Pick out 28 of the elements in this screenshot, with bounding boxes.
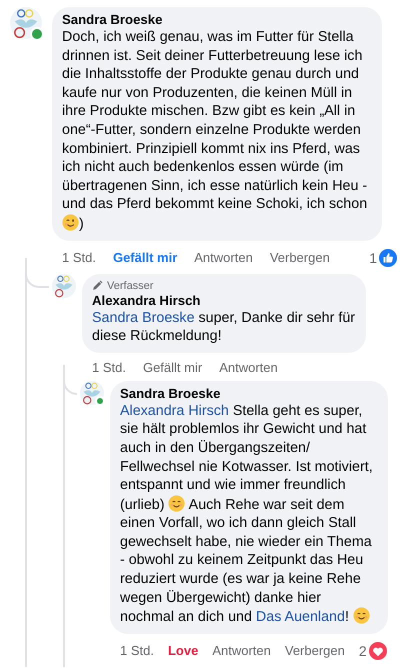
reaction-link[interactable]: Gefällt mir (142, 360, 202, 375)
pen-icon (92, 280, 103, 292)
timestamp: 1 Std. (92, 360, 126, 375)
wink-emoji-icon (62, 214, 79, 231)
action-link[interactable]: Verbergen (270, 250, 330, 266)
author-label: Verfasser (107, 278, 154, 293)
smile-emoji-icon (352, 607, 370, 624)
timestamp: 1 Std. (62, 250, 96, 266)
like-icon (378, 248, 398, 268)
reaction-count: 1 (369, 250, 377, 266)
mention-link[interactable]: Alexandra Hirsch (120, 402, 229, 419)
author-name[interactable]: Sandra Broeske (120, 386, 378, 402)
author-name[interactable]: Sandra Broeske (62, 12, 372, 28)
smile-emoji-icon (168, 494, 186, 512)
comment-text: Doch, ich weiß genau, was im Futter für Stella drinnen ist. Seit deiner Futterbetreuung lese ich die Inhaltsstoffe der Produkte genau durch und kaufe nur von Produzenten, die keinen Müll in ihre Produkte mischen. Bzw gibt es kein „All in one“-Futter, sondern einzelne Produkte werden kombiniert. Prinzipiell kommt nix ins Pferd, was ich nicht auch bedenkenlos essen würde (im übertragenen Sinn, ich esse natürlich kein Heu - und das Pferd bekommt keine Schoki, ich schon ) (62, 28, 368, 234)
timestamp: 1 Std. (120, 643, 154, 658)
comment-text: Sandra Broeske super, Danke dir sehr für diese Rückmeldung! (92, 308, 356, 346)
mention-link[interactable]: Sandra Broeske (92, 310, 195, 326)
reaction-count: 2 (358, 642, 367, 659)
reaction-link[interactable]: Love (168, 643, 198, 658)
reaction-link[interactable]: Gefällt mir (112, 250, 178, 266)
comment-text: Alexandra Hirsch Stella geht es super, sie hält problemlos ihr Gewicht und hat auch in den Übergangszeiten/ Fellwechsel nie Kotwasser. Ist motiviert, entspannt und wie immer freundlich (urlieb) Auch Rehe war seit dem einen Vorfall, wo ich dann gleich Stall gewechselt habe, nie wieder ein Thema - obwohl zu keinem Zeitpunkt das Heu reduziert wurde (es war ja keine Rehe wegen Übergewicht) danke hier nochmal an dich und Das Auenland! (120, 402, 374, 627)
action-link[interactable]: Antworten (219, 360, 278, 375)
action-link[interactable]: Antworten (194, 250, 253, 266)
action-link[interactable]: Verbergen (284, 643, 345, 658)
mention-link[interactable]: Das Auenland (256, 609, 345, 626)
action-link[interactable]: Antworten (212, 643, 271, 658)
author-name[interactable]: Alexandra Hirsch (92, 292, 356, 309)
